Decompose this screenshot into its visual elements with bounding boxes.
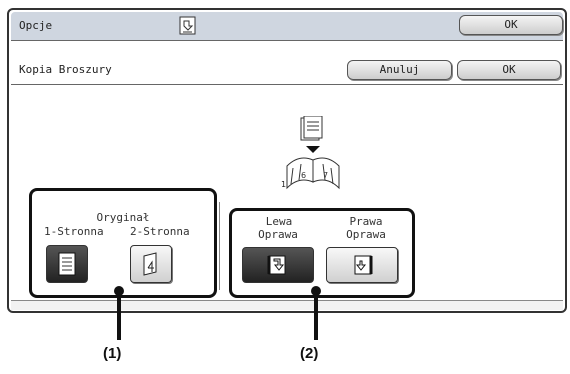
callout-2-label: (2) bbox=[300, 345, 319, 362]
right-binding-button[interactable] bbox=[326, 247, 398, 283]
left-binding-button[interactable] bbox=[242, 247, 314, 283]
callout-1-line bbox=[117, 290, 121, 340]
two-sided-label: 2-Stronna bbox=[130, 225, 190, 238]
left-binding-label-line1: Lewa bbox=[265, 215, 293, 228]
header-ok-button[interactable]: OK bbox=[459, 15, 563, 35]
booklet-illustration: 6 7 1 bbox=[279, 115, 359, 196]
booklet-diagram-icon: 6 7 bbox=[286, 115, 340, 190]
booklet-icon bbox=[177, 15, 199, 41]
options-title: Opcje bbox=[19, 19, 53, 32]
svg-text:6: 6 bbox=[301, 171, 306, 180]
cancel-button[interactable]: Anuluj bbox=[347, 60, 452, 80]
two-sided-page-icon bbox=[143, 252, 157, 276]
page-marker: 1 bbox=[281, 180, 287, 189]
original-type-group: Oryginał 1-Stronna 2-Stronna bbox=[29, 188, 217, 298]
left-binding-icon bbox=[267, 255, 286, 275]
booklet-copy-panel: Opcje OK Kopia Broszury Anuluj OK 6 7 1 … bbox=[7, 8, 567, 313]
group-divider bbox=[219, 202, 220, 290]
callout-2-line bbox=[314, 290, 318, 340]
left-binding-label-line2: Oprawa bbox=[258, 228, 298, 241]
right-binding-label-line2: Oprawa bbox=[346, 228, 386, 241]
options-header: Opcje OK bbox=[11, 12, 563, 41]
callout-1-label: (1) bbox=[103, 345, 122, 362]
panel-footer bbox=[11, 300, 563, 310]
svg-text:7: 7 bbox=[323, 171, 328, 180]
binding-group: Lewa Oprawa Prawa Oprawa bbox=[229, 208, 415, 298]
one-sided-page-icon bbox=[58, 252, 76, 276]
booklet-subheader: Kopia Broszury Anuluj OK bbox=[11, 56, 563, 85]
right-binding-icon bbox=[354, 255, 373, 275]
booklet-title: Kopia Broszury bbox=[19, 63, 112, 76]
original-heading: Oryginał bbox=[96, 211, 150, 224]
one-sided-label: 1-Stronna bbox=[44, 225, 104, 238]
right-binding-label-line1: Prawa bbox=[349, 215, 383, 228]
subheader-ok-button[interactable]: OK bbox=[457, 60, 561, 80]
one-sided-button[interactable] bbox=[46, 245, 88, 283]
two-sided-button[interactable] bbox=[130, 245, 172, 283]
